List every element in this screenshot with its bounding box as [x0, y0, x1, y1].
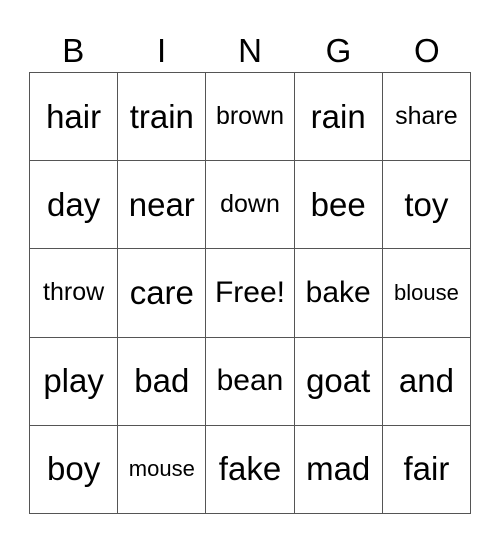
bingo-header: B I N G O	[29, 30, 471, 72]
free-space-cell[interactable]: Free!	[206, 249, 295, 338]
bingo-cell[interactable]: train	[118, 73, 207, 162]
bingo-cell[interactable]: down	[206, 161, 295, 250]
bingo-cell[interactable]: bean	[206, 337, 295, 426]
bingo-cell[interactable]: day	[30, 161, 119, 250]
bingo-cell[interactable]: blouse	[382, 249, 471, 338]
bingo-cell[interactable]: goat	[294, 337, 383, 426]
bingo-grid: hair train brown rain share day near down bee toy…	[29, 72, 471, 514]
bingo-cell[interactable]: boy	[30, 425, 119, 514]
header-letter-b: B	[62, 32, 85, 69]
header-letter-i: I	[157, 32, 167, 69]
bingo-cell[interactable]: and	[382, 337, 471, 426]
bingo-cell[interactable]: bake	[294, 249, 383, 338]
bingo-cell[interactable]: bee	[294, 161, 383, 250]
header-letter-n: N	[238, 32, 262, 69]
bingo-cell[interactable]: play	[30, 337, 119, 426]
bingo-cell[interactable]: care	[118, 249, 207, 338]
header-letter-g: G	[325, 32, 352, 69]
header-letter-o: O	[413, 32, 440, 69]
bingo-cell[interactable]: near	[118, 161, 207, 250]
bingo-cell[interactable]: mad	[294, 425, 383, 514]
bingo-cell[interactable]: share	[382, 73, 471, 162]
bingo-cell[interactable]: mouse	[118, 425, 207, 514]
bingo-cell[interactable]: toy	[382, 161, 471, 250]
bingo-cell[interactable]: bad	[118, 337, 207, 426]
bingo-cell[interactable]: fake	[206, 425, 295, 514]
bingo-cell[interactable]: brown	[206, 73, 295, 162]
bingo-cell[interactable]: hair	[30, 73, 119, 162]
bingo-cell[interactable]: fair	[382, 425, 471, 514]
bingo-cell[interactable]: rain	[294, 73, 383, 162]
bingo-cell[interactable]: throw	[30, 249, 119, 338]
